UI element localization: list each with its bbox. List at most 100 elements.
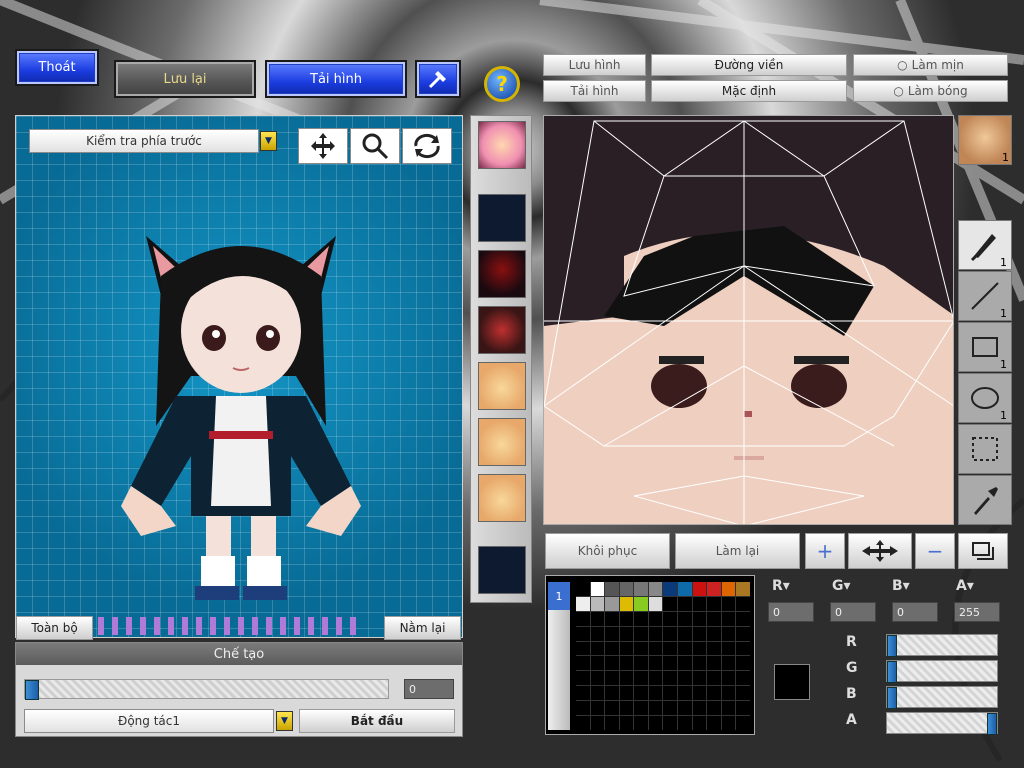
palette-swatch[interactable]	[576, 611, 590, 626]
palette-swatch[interactable]	[721, 671, 736, 686]
pen-tool[interactable]: 1	[958, 220, 1012, 270]
palette-swatch[interactable]	[663, 582, 678, 596]
palette-swatch[interactable]	[590, 641, 605, 656]
palette-swatch[interactable]	[648, 626, 663, 641]
load-texture-button[interactable]: Tải hình	[543, 80, 646, 102]
action-dropdown-arrow[interactable]: ▼	[276, 711, 293, 731]
palette-swatch[interactable]	[634, 611, 648, 626]
palette-swatch[interactable]	[692, 641, 707, 656]
palette-swatch[interactable]	[721, 686, 736, 701]
palette-swatch[interactable]	[678, 701, 692, 716]
palette-swatch[interactable]	[590, 656, 605, 671]
part-thumb-face-1[interactable]	[478, 362, 526, 410]
zoom-view-button[interactable]	[350, 128, 400, 164]
palette-swatch[interactable]	[736, 656, 750, 671]
palette-swatch[interactable]	[692, 582, 707, 596]
palette-swatch[interactable]	[634, 686, 648, 701]
selection-tool[interactable]	[958, 424, 1012, 474]
palette-swatch[interactable]	[634, 626, 648, 641]
palette-swatch[interactable]	[605, 596, 619, 611]
palette-swatch[interactable]	[605, 641, 619, 656]
palette-swatch[interactable]	[692, 611, 707, 626]
g-value[interactable]: 0	[830, 602, 876, 622]
avatar-preview[interactable]: 1	[958, 115, 1012, 165]
palette-swatch[interactable]	[707, 701, 721, 716]
part-thumb-face-2[interactable]	[478, 418, 526, 466]
palette-swatch[interactable]	[590, 626, 605, 641]
ellipse-tool[interactable]: 1	[958, 373, 1012, 423]
palette-swatch[interactable]	[605, 701, 619, 716]
palette-swatch[interactable]	[736, 641, 750, 656]
palette-swatch[interactable]	[721, 611, 736, 626]
part-thumb-body[interactable]	[478, 306, 526, 354]
progress-knob[interactable]	[25, 680, 39, 700]
view-mode-dropdown-arrow[interactable]: ▼	[260, 131, 277, 151]
palette-swatch[interactable]	[619, 611, 634, 626]
a-slider[interactable]	[886, 712, 998, 735]
b-value[interactable]: 0	[892, 602, 938, 622]
g-slider-knob[interactable]	[887, 661, 897, 683]
palette-swatch[interactable]	[678, 671, 692, 686]
palette-swatch[interactable]	[576, 716, 590, 730]
palette-swatch[interactable]	[576, 671, 590, 686]
palette-swatch[interactable]	[634, 701, 648, 716]
palette-swatch[interactable]	[634, 582, 648, 596]
palette-swatch[interactable]	[692, 656, 707, 671]
smooth-option[interactable]: ○ Làm mịn	[853, 54, 1008, 76]
palette-swatch[interactable]	[576, 641, 590, 656]
palette-swatch[interactable]	[736, 716, 750, 730]
palette-swatch[interactable]	[707, 626, 721, 641]
hammer-button[interactable]	[415, 60, 461, 98]
palette-swatch[interactable]	[605, 656, 619, 671]
palette-tab-1[interactable]: 1	[548, 582, 570, 610]
save-image-button[interactable]: Lưu hình	[543, 54, 646, 76]
part-thumb-face-3[interactable]	[478, 474, 526, 522]
palette-swatch[interactable]	[634, 716, 648, 730]
palette-swatch[interactable]	[721, 582, 736, 596]
palette-swatch[interactable]	[692, 671, 707, 686]
palette-swatch[interactable]	[590, 611, 605, 626]
palette-swatch[interactable]	[634, 596, 648, 611]
line-tool[interactable]: 1	[958, 271, 1012, 321]
b-slider-knob[interactable]	[887, 687, 897, 709]
a-value[interactable]: 255	[954, 602, 1000, 622]
palette-swatch[interactable]	[678, 716, 692, 730]
a-slider-knob[interactable]	[987, 713, 997, 735]
load-image-button[interactable]: Tải hình	[265, 60, 407, 98]
r-slider-knob[interactable]	[887, 635, 897, 657]
palette-swatch[interactable]	[707, 716, 721, 730]
palette-swatch[interactable]	[721, 701, 736, 716]
palette-swatch[interactable]	[576, 656, 590, 671]
palette-swatch[interactable]	[663, 596, 678, 611]
palette-swatch[interactable]	[590, 701, 605, 716]
redo-button[interactable]: Làm lại	[675, 533, 800, 569]
palette-swatch[interactable]	[590, 716, 605, 730]
rotate-view-button[interactable]	[402, 128, 452, 164]
palette-swatch[interactable]	[678, 611, 692, 626]
palette-swatch[interactable]	[721, 626, 736, 641]
part-thumb-hair[interactable]	[478, 250, 526, 298]
palette-swatch[interactable]	[707, 596, 721, 611]
g-slider[interactable]	[886, 660, 998, 683]
palette-swatch[interactable]	[619, 582, 634, 596]
palette-swatch[interactable]	[634, 641, 648, 656]
palette-swatch[interactable]	[663, 701, 678, 716]
palette-swatch[interactable]	[692, 716, 707, 730]
lie-down-button[interactable]: Nằm lại	[384, 616, 461, 640]
palette-swatch[interactable]	[663, 671, 678, 686]
b-slider[interactable]	[886, 686, 998, 709]
help-button[interactable]: ?	[484, 66, 520, 102]
palette-swatch[interactable]	[721, 596, 736, 611]
palette-swatch[interactable]	[663, 656, 678, 671]
palette-swatch[interactable]	[736, 611, 750, 626]
palette-swatch[interactable]	[619, 716, 634, 730]
palette-swatch[interactable]	[576, 582, 590, 596]
palette-swatch[interactable]	[678, 596, 692, 611]
palette-swatch[interactable]	[619, 686, 634, 701]
palette-swatch[interactable]	[692, 686, 707, 701]
shine-option[interactable]: ○ Làm bóng	[853, 80, 1008, 102]
palette-swatch[interactable]	[634, 671, 648, 686]
palette-swatch[interactable]	[619, 701, 634, 716]
palette-swatch[interactable]	[678, 656, 692, 671]
palette-swatch[interactable]	[663, 716, 678, 730]
